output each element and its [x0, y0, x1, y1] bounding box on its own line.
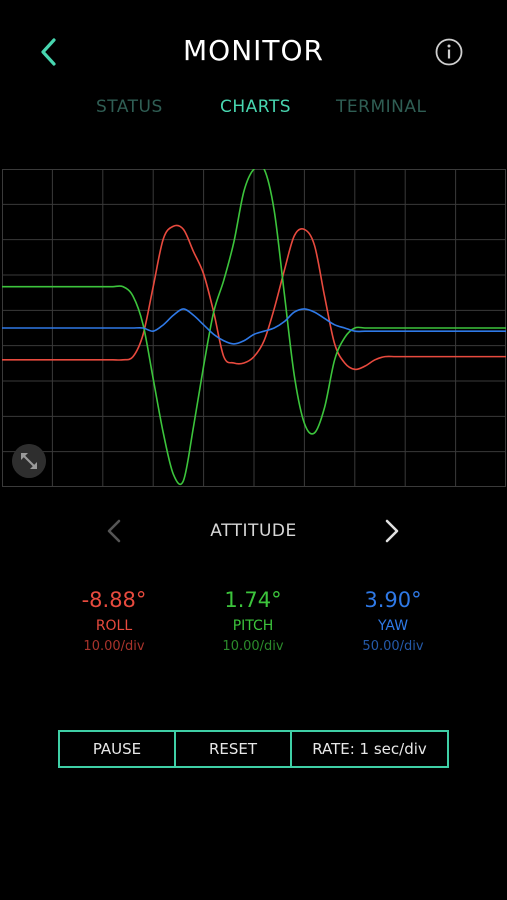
- pitch-value: 1.74°: [224, 588, 282, 612]
- next-chart-icon[interactable]: [382, 517, 402, 545]
- pause-button[interactable]: PAUSE: [60, 732, 176, 766]
- roll-value: -8.88°: [81, 588, 147, 612]
- yaw-value: 3.90°: [364, 588, 422, 612]
- info-icon[interactable]: [434, 37, 464, 67]
- pitch-readout: 1.74° PITCH 10.00/div: [188, 588, 318, 654]
- tab-terminal[interactable]: TERMINAL: [336, 97, 426, 117]
- tab-status[interactable]: STATUS: [96, 97, 163, 117]
- attitude-chart: [2, 169, 506, 487]
- roll-readout: -8.88° ROLL 10.00/div: [49, 588, 179, 654]
- yaw-readout: 3.90° YAW 50.00/div: [328, 588, 458, 654]
- expand-icon[interactable]: [12, 444, 46, 478]
- roll-label: ROLL: [95, 618, 133, 634]
- rate-button[interactable]: RATE: 1 sec/div: [292, 732, 447, 766]
- page-title: MONITOR: [183, 34, 324, 67]
- roll-scale: 10.00/div: [83, 639, 145, 654]
- control-bar: PAUSE RESET RATE: 1 sec/div: [58, 730, 449, 768]
- yaw-label: YAW: [377, 618, 409, 634]
- pitch-scale: 10.00/div: [222, 639, 284, 654]
- pitch-label: PITCH: [232, 618, 274, 634]
- tab-charts[interactable]: CHARTS: [220, 97, 291, 117]
- reset-button[interactable]: RESET: [176, 732, 292, 766]
- yaw-scale: 50.00/div: [362, 639, 424, 654]
- chart-name: ATTITUDE: [210, 521, 297, 541]
